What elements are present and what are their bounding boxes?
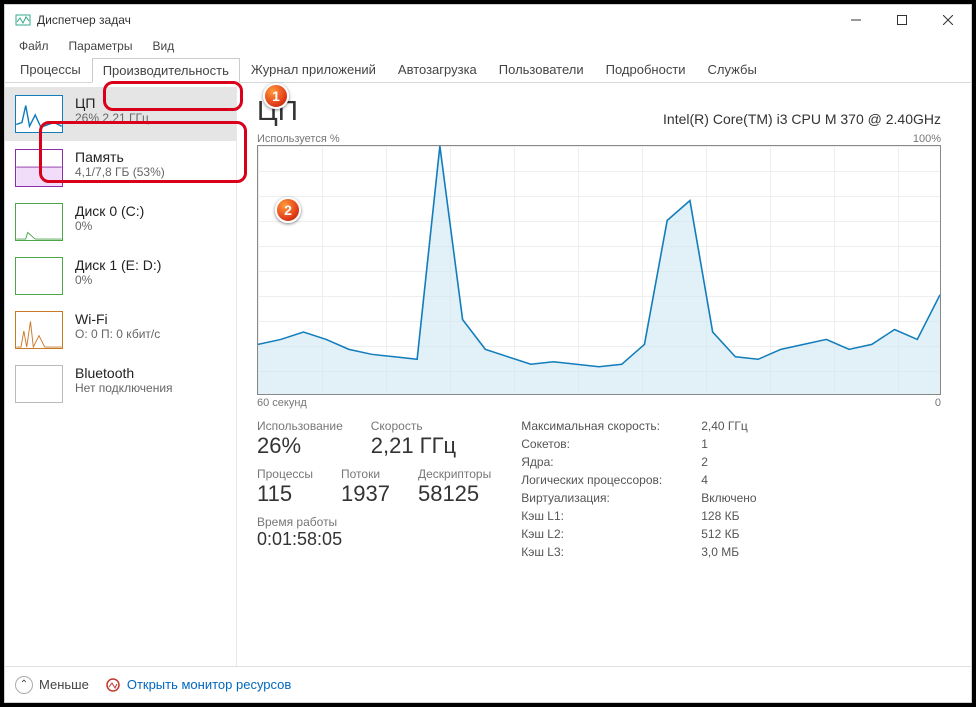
kv-key: Сокетов: bbox=[521, 437, 701, 451]
kv-val: 1 bbox=[701, 437, 756, 451]
tab-users[interactable]: Пользователи bbox=[488, 57, 595, 82]
threads-label: Потоки bbox=[341, 467, 390, 481]
titlebar: Диспетчер задач bbox=[5, 5, 971, 35]
x-axis-label: 60 секунд bbox=[257, 397, 307, 409]
kv-key: Кэш L3: bbox=[521, 545, 701, 559]
menu-file[interactable]: Файл bbox=[11, 37, 57, 55]
fewer-details-button[interactable]: ⌃ Меньше bbox=[15, 676, 89, 694]
tab-services[interactable]: Службы bbox=[697, 57, 768, 82]
sidebar-item-memory[interactable]: Память4,1/7,8 ГБ (53%) bbox=[5, 141, 236, 195]
sidebar-item-disk-0[interactable]: Диск 0 (C:)0% bbox=[5, 195, 236, 249]
annotation-badge-1: 1 bbox=[263, 83, 289, 109]
sidebar-item-bluetooth[interactable]: BluetoothНет подключения bbox=[5, 357, 236, 411]
y-axis-label: Используется % bbox=[257, 133, 340, 145]
app-icon bbox=[15, 12, 31, 28]
sidebar-item-label: Bluetooth bbox=[75, 365, 173, 381]
cpu-thumb-icon bbox=[15, 95, 63, 133]
kv-val: Включено bbox=[701, 491, 756, 505]
chevron-up-icon: ⌃ bbox=[15, 676, 33, 694]
threads-value: 1937 bbox=[341, 481, 390, 507]
bluetooth-thumb-icon bbox=[15, 365, 63, 403]
kv-val: 2 bbox=[701, 455, 756, 469]
sidebar: ЦП26% 2,21 ГГц Память4,1/7,8 ГБ (53%) Ди… bbox=[5, 83, 237, 666]
fewer-details-label: Меньше bbox=[39, 677, 89, 692]
sidebar-item-sub: 0% bbox=[75, 273, 161, 287]
memory-thumb-icon bbox=[15, 149, 63, 187]
kv-val: 2,40 ГГц bbox=[701, 419, 756, 433]
wifi-thumb-icon bbox=[15, 311, 63, 349]
util-value: 26% bbox=[257, 433, 343, 459]
footer: ⌃ Меньше Открыть монитор ресурсов bbox=[5, 666, 971, 702]
y-axis-max: 100% bbox=[913, 133, 941, 145]
tab-details[interactable]: Подробности bbox=[595, 57, 697, 82]
disk-thumb-icon bbox=[15, 257, 63, 295]
tab-app-history[interactable]: Журнал приложений bbox=[240, 57, 387, 82]
speed-value: 2,21 ГГц bbox=[371, 433, 456, 459]
tabs: Процессы Производительность Журнал прило… bbox=[5, 57, 971, 83]
sidebar-item-label: Диск 1 (E: D:) bbox=[75, 257, 161, 273]
menu-view[interactable]: Вид bbox=[144, 37, 182, 55]
uptime-label: Время работы bbox=[257, 515, 491, 529]
kv-key: Виртуализация: bbox=[521, 491, 701, 505]
handles-value: 58125 bbox=[418, 481, 491, 507]
util-label: Использование bbox=[257, 419, 343, 433]
sidebar-item-sub: 0% bbox=[75, 219, 144, 233]
disk-thumb-icon bbox=[15, 203, 63, 241]
maximize-button[interactable] bbox=[879, 5, 925, 35]
cpu-model: Intel(R) Core(TM) i3 CPU M 370 @ 2.40GHz bbox=[663, 111, 941, 127]
minimize-button[interactable] bbox=[833, 5, 879, 35]
speed-label: Скорость bbox=[371, 419, 456, 433]
window-title: Диспетчер задач bbox=[37, 13, 131, 27]
handles-label: Дескрипторы bbox=[418, 467, 491, 481]
open-resource-monitor-link[interactable]: Открыть монитор ресурсов bbox=[105, 677, 291, 693]
main-panel: ЦП Intel(R) Core(TM) i3 CPU M 370 @ 2.40… bbox=[237, 83, 971, 666]
kv-key: Ядра: bbox=[521, 455, 701, 469]
sidebar-item-label: ЦП bbox=[75, 95, 149, 111]
kv-val: 128 КБ bbox=[701, 509, 756, 523]
resource-monitor-icon bbox=[105, 677, 121, 693]
resource-monitor-label: Открыть монитор ресурсов bbox=[127, 677, 291, 692]
sidebar-item-sub: О: 0 П: 0 кбит/с bbox=[75, 327, 160, 341]
sidebar-item-sub: 26% 2,21 ГГц bbox=[75, 111, 149, 125]
tab-processes[interactable]: Процессы bbox=[9, 57, 92, 82]
kv-val: 4 bbox=[701, 473, 756, 487]
cpu-usage-chart[interactable] bbox=[257, 145, 941, 395]
menubar: Файл Параметры Вид bbox=[5, 35, 971, 57]
uptime-value: 0:01:58:05 bbox=[257, 529, 491, 550]
kv-key: Кэш L1: bbox=[521, 509, 701, 523]
sidebar-item-label: Память bbox=[75, 149, 165, 165]
tab-startup[interactable]: Автозагрузка bbox=[387, 57, 488, 82]
sidebar-item-label: Wi-Fi bbox=[75, 311, 160, 327]
tab-performance[interactable]: Производительность bbox=[92, 58, 240, 83]
kv-key: Максимальная скорость: bbox=[521, 419, 701, 433]
sidebar-item-wifi[interactable]: Wi-FiО: 0 П: 0 кбит/с bbox=[5, 303, 236, 357]
proc-label: Процессы bbox=[257, 467, 313, 481]
sidebar-item-sub: 4,1/7,8 ГБ (53%) bbox=[75, 165, 165, 179]
proc-value: 115 bbox=[257, 481, 313, 507]
x-axis-right: 0 bbox=[935, 397, 941, 409]
close-button[interactable] bbox=[925, 5, 971, 35]
menu-options[interactable]: Параметры bbox=[61, 37, 141, 55]
sidebar-item-disk-1[interactable]: Диск 1 (E: D:)0% bbox=[5, 249, 236, 303]
sidebar-item-cpu[interactable]: ЦП26% 2,21 ГГц bbox=[5, 87, 236, 141]
sidebar-item-sub: Нет подключения bbox=[75, 381, 173, 395]
kv-val: 512 КБ bbox=[701, 527, 756, 541]
kv-key: Кэш L2: bbox=[521, 527, 701, 541]
kv-key: Логических процессоров: bbox=[521, 473, 701, 487]
annotation-badge-2: 2 bbox=[275, 197, 301, 223]
cpu-details-table: Максимальная скорость:2,40 ГГц Сокетов:1… bbox=[521, 419, 756, 559]
sidebar-item-label: Диск 0 (C:) bbox=[75, 203, 144, 219]
kv-val: 3,0 МБ bbox=[701, 545, 756, 559]
